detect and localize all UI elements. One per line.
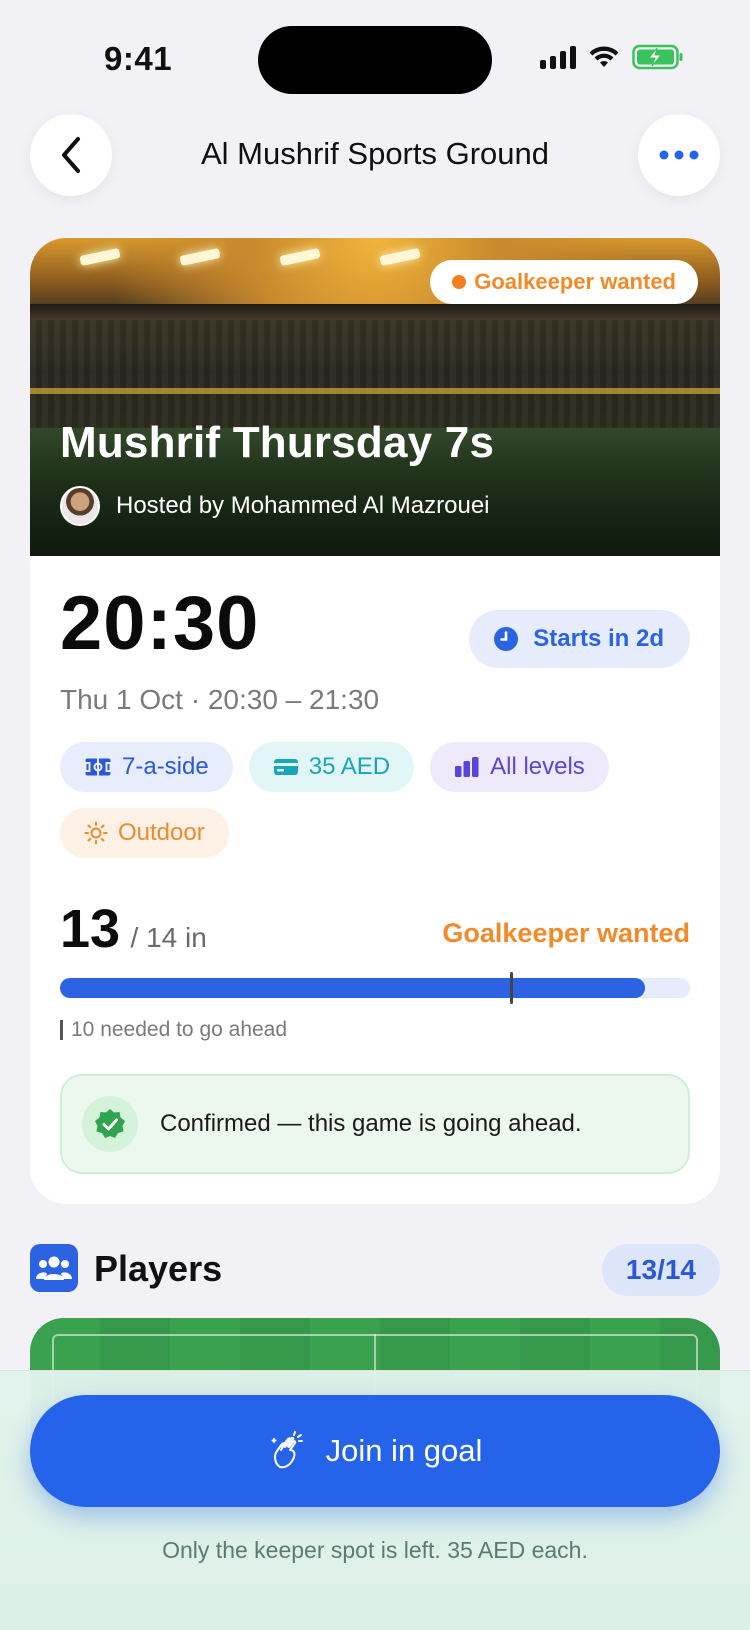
chip-setting: Outdoor [60, 808, 229, 858]
bottom-action-bar: Join in goal Only the keeper spot is lef… [0, 1370, 750, 1630]
progress-fill [60, 978, 645, 998]
game-detail-screen: 9:41 Al Mushrif Sports Ground Goalkeeper… [0, 0, 750, 1630]
attendance-status: Goalkeeper wanted [442, 918, 690, 948]
players-section-header: Players 13/14 [30, 1244, 720, 1304]
verified-badge-icon [82, 1096, 138, 1152]
game-title: Mushrif Thursday 7s [60, 418, 495, 467]
date-line: Thu 1 Oct · 20:30 – 21:30 [60, 684, 380, 715]
ellipsis-icon [659, 150, 699, 160]
attendance-count: 13 [60, 899, 121, 959]
chip-format-label: 7-a-side [122, 753, 209, 780]
chip-setting-label: Outdoor [118, 819, 205, 846]
hero-roof [30, 304, 720, 320]
attendance-capacity: / 14 in [130, 922, 207, 953]
threshold-note: 10 needed to go ahead [60, 1018, 287, 1042]
signal-icon [540, 45, 576, 69]
pitch-icon [84, 758, 112, 776]
battery-charging-icon [632, 44, 683, 70]
host-avatar [60, 486, 100, 526]
clock-icon [494, 627, 519, 651]
minimum-threshold-marker [510, 972, 513, 1004]
clapping-hands-icon [271, 1431, 303, 1469]
status-time: 9:41 [104, 40, 173, 77]
sun-icon [84, 821, 108, 845]
bars-icon [455, 757, 479, 777]
join-note: Only the keeper spot is left. 35 AED eac… [162, 1537, 588, 1563]
chip-level: All levels [430, 742, 609, 792]
attendance-progress-bar [60, 972, 690, 1004]
more-options-button[interactable] [638, 114, 720, 196]
chip-price: 35 AED [248, 742, 415, 792]
group-icon [30, 1244, 78, 1292]
chip-price-label: 35 AED [308, 753, 391, 780]
schedule-row: 20:30 Thu 1 Oct · 20:30 – 21:30 Starts i… [60, 586, 690, 716]
join-in-goal-button[interactable]: Join in goal [30, 1395, 720, 1507]
status-icons [540, 44, 684, 70]
card-icon [273, 759, 298, 775]
join-button-label: Join in goal [325, 1433, 483, 1468]
wifi-icon [589, 46, 619, 67]
status-bar: 9:41 [0, 0, 750, 120]
goalkeeper-wanted-badge: Goalkeeper wanted [430, 260, 698, 304]
navigation-bar: Al Mushrif Sports Ground [0, 114, 750, 202]
players-count-badge: 13/14 [601, 1244, 720, 1296]
attendance-row: 13 / 14 in Goalkeeper wanted [60, 898, 690, 968]
chip-format: 7-a-side [60, 742, 233, 792]
confirmation-text: Confirmed — this game is going ahead. [160, 1110, 582, 1137]
floodlights [79, 247, 421, 267]
host-row[interactable]: Hosted by Mohammed Al Mazrouei [60, 486, 490, 526]
game-card: Goalkeeper wanted Mushrif Thursday 7s Ho… [30, 238, 720, 1204]
chip-level-label: All levels [490, 753, 585, 780]
game-attribute-chips: 7-a-side 35 AED All levels Outdoor [60, 742, 690, 858]
stadium-hero-image: Goalkeeper wanted Mushrif Thursday 7s Ho… [30, 238, 720, 556]
host-name: Hosted by Mohammed Al Mazrouei [116, 492, 490, 519]
confirmation-banner: Confirmed — this game is going ahead. [60, 1074, 690, 1174]
dynamic-island [258, 26, 492, 94]
starts-in-pill: Starts in 2d [469, 610, 690, 668]
starts-in-label: Starts in 2d [533, 625, 664, 652]
players-title: Players [94, 1248, 223, 1289]
